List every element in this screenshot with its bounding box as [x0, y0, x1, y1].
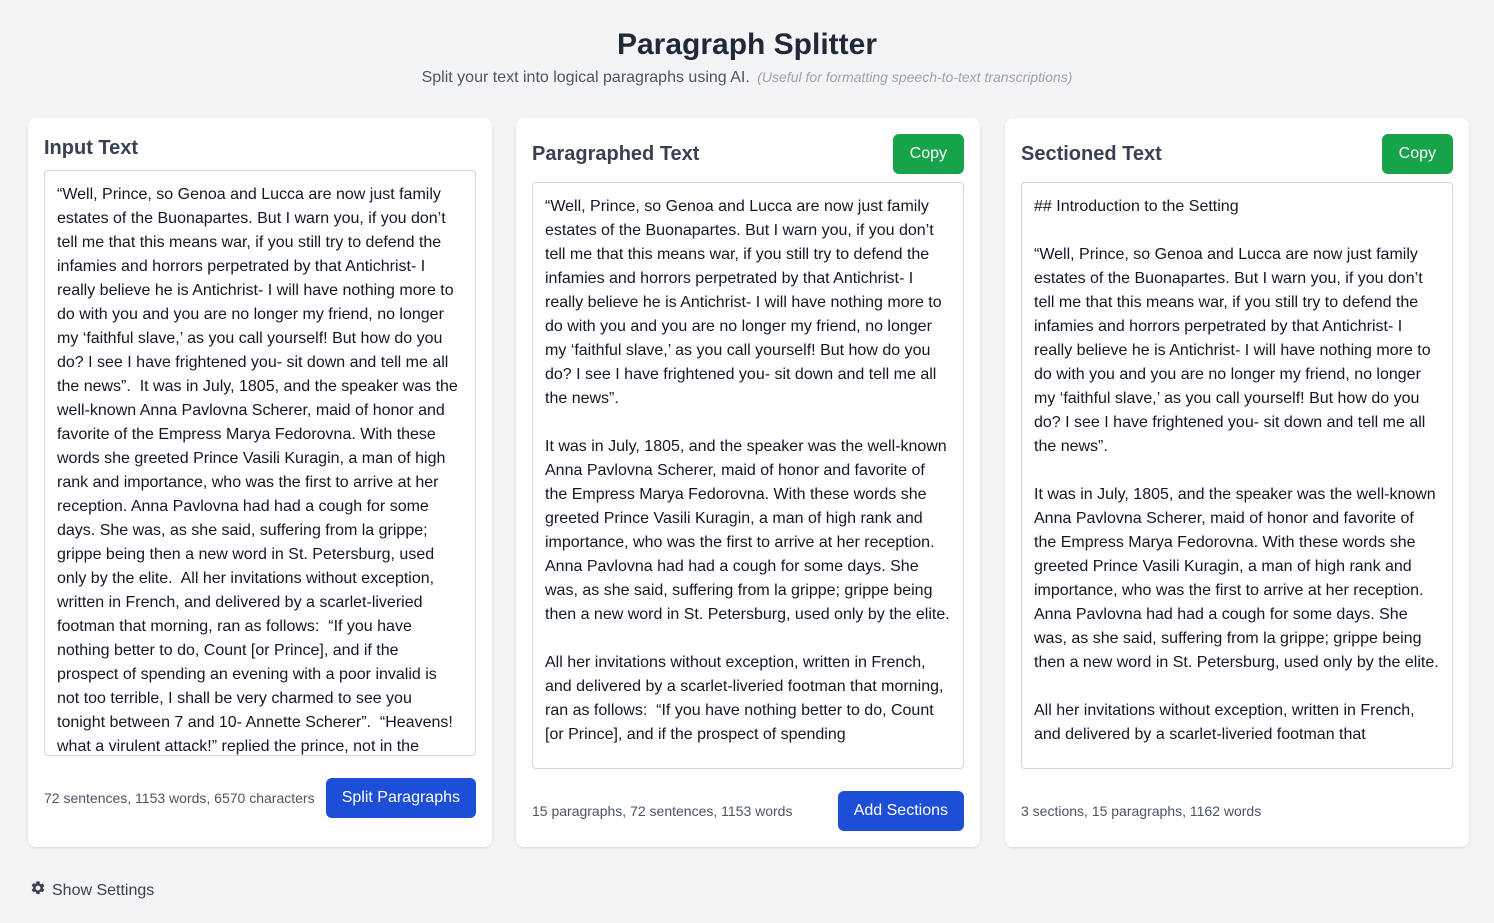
paragraphed-output[interactable]: “Well, Prince, so Genoa and Lucca are no…	[532, 182, 964, 769]
input-title: Input Text	[44, 136, 139, 159]
sectioned-card-footer: 3 sections, 15 paragraphs, 1162 words	[1021, 791, 1453, 831]
add-sections-button[interactable]: Add Sections	[837, 791, 964, 831]
copy-sectioned-button[interactable]: Copy	[1381, 134, 1453, 174]
page-subtitle: Split your text into logical paragraphs …	[0, 66, 1494, 89]
sectioned-stats: 3 sections, 15 paragraphs, 1162 words	[1021, 803, 1262, 819]
input-card-footer: 72 sentences, 1153 words, 6570 character…	[44, 778, 476, 818]
sectioned-card-header: Sectioned Text Copy	[1021, 134, 1453, 174]
subtitle-text: Split your text into logical paragraphs …	[421, 69, 750, 86]
page-title: Paragraph Splitter	[616, 28, 878, 61]
show-settings-label: Show Settings	[52, 881, 155, 899]
subtitle-note: (Useful for formatting speech-to-text tr…	[757, 69, 1073, 85]
paragraphed-card: Paragraphed Text Copy “Well, Prince, so …	[516, 118, 980, 847]
paragraphed-card-footer: 15 paragraphs, 72 sentences, 1153 words …	[532, 791, 964, 831]
copy-paragraphed-button[interactable]: Copy	[892, 134, 964, 174]
paragraphed-card-header: Paragraphed Text Copy	[532, 134, 964, 174]
split-paragraphs-button[interactable]: Split Paragraphs	[325, 778, 476, 818]
sectioned-card: Sectioned Text Copy ## Introduction to t…	[1005, 118, 1469, 847]
gear-icon	[30, 880, 46, 901]
sectioned-title: Sectioned Text	[1021, 142, 1162, 165]
show-settings-toggle[interactable]: Show Settings	[30, 880, 154, 901]
page-header: Paragraph Splitter Split your text into …	[0, 26, 1494, 89]
paragraphed-stats: 15 paragraphs, 72 sentences, 1153 words	[532, 803, 793, 819]
input-card-header: Input Text	[44, 134, 476, 162]
input-card: Input Text “Well, Prince, so Genoa and L…	[28, 118, 492, 847]
input-stats: 72 sentences, 1153 words, 6570 character…	[44, 790, 315, 806]
paragraphed-title: Paragraphed Text	[532, 142, 700, 165]
input-textarea[interactable]: “Well, Prince, so Genoa and Lucca are no…	[44, 170, 476, 756]
sectioned-output[interactable]: ## Introduction to the Setting “Well, Pr…	[1021, 182, 1453, 769]
